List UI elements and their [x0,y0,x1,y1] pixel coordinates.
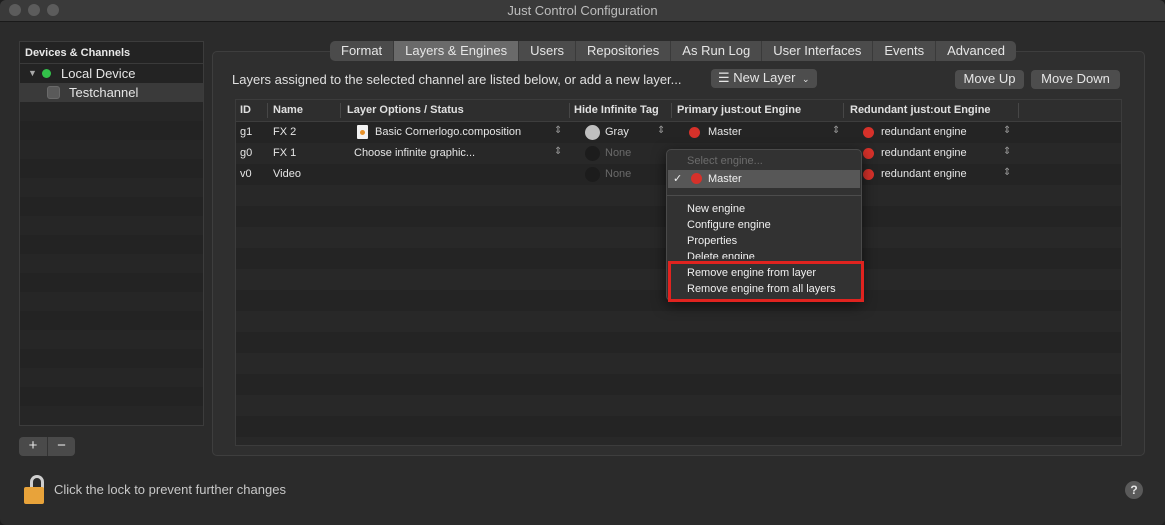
engine-status-icon [689,127,700,138]
layer-name: Video [273,168,301,180]
channel-checkbox[interactable] [47,86,60,99]
channel-label: Testchannel [69,85,139,100]
gray-color-swatch-icon [585,125,600,140]
table-row[interactable]: g1 FX 2 Basic Cornerlogo.composition ⇕ G… [236,122,1121,143]
layer-name: FX 1 [273,147,297,159]
layer-options-select[interactable]: Basic Cornerlogo.composition [375,126,521,138]
layer-options-select[interactable]: Choose infinite graphic... [354,147,475,159]
sidebar-item-testchannel[interactable]: Testchannel [20,83,203,102]
move-up-button[interactable]: Move Up [955,70,1024,89]
layer-id: g1 [240,126,253,138]
new-layer-popup-button[interactable]: ☰ New Layer ⌄ [711,69,817,88]
updown-arrows-icon: ⇕ [1003,167,1012,178]
device-label: Local Device [61,66,136,81]
add-channel-button[interactable]: + [19,437,47,456]
updown-arrows-icon: ⇕ [554,146,563,157]
highlight-box [668,261,864,302]
layer-id: v0 [240,168,252,180]
menu-separator [667,195,861,196]
tab-events[interactable]: Events [873,41,937,61]
updown-arrows-icon: ⇕ [1003,125,1012,136]
hide-tag-select[interactable]: None [605,147,631,159]
move-down-button[interactable]: Move Down [1031,70,1120,89]
menu-item-new-engine[interactable]: New engine [687,203,745,215]
column-header-redundant-engine[interactable]: Redundant just:out Engine [850,104,991,116]
tab-format[interactable]: Format [330,41,395,61]
engine-status-icon [863,148,874,159]
primary-engine-select[interactable]: Master [708,126,742,138]
tab-user-interfaces[interactable]: User Interfaces [762,41,874,61]
layer-name: FX 2 [273,126,297,138]
checkmark-icon: ✓ [673,173,683,185]
title-bar: Just Control Configuration [0,0,1165,22]
tab-advanced[interactable]: Advanced [936,41,1016,61]
sidebar-header: Devices & Channels [20,42,203,64]
hide-tag-select[interactable]: Gray [605,126,629,138]
new-layer-label: New Layer [733,70,796,85]
configuration-window: Just Control Configuration Devices & Cha… [0,0,1165,525]
lock-icon[interactable] [24,475,46,505]
engine-status-icon [863,127,874,138]
menu-item-select-engine: Select engine... [687,155,763,167]
menu-item-master[interactable]: ✓ Master [668,170,860,188]
tab-users[interactable]: Users [519,41,577,61]
menu-item-configure-engine[interactable]: Configure engine [687,219,771,231]
device-online-icon [42,69,51,78]
add-remove-control: + − [19,437,75,456]
updown-arrows-icon: ⇕ [1003,146,1012,157]
layer-id: g0 [240,147,253,159]
window-title: Just Control Configuration [507,3,658,18]
chevron-down-icon: ⌄ [802,74,810,84]
disclosure-triangle-icon[interactable]: ▼ [28,68,37,78]
remove-channel-button[interactable]: − [47,437,75,456]
lock-status-text: Click the lock to prevent further change… [54,482,286,497]
menu-item-properties[interactable]: Properties [687,235,737,247]
column-header-layer-options[interactable]: Layer Options / Status [347,104,464,116]
list-icon: ☰ [718,70,730,85]
column-header-name[interactable]: Name [273,104,303,116]
tab-bar: Format Layers & Engines Users Repositori… [330,41,1016,61]
redundant-engine-select[interactable]: redundant engine [881,147,967,159]
composition-file-icon [357,125,368,139]
tab-layers-engines[interactable]: Layers & Engines [394,41,520,61]
column-header-hide-infinite-tag[interactable]: Hide Infinite Tag [574,104,659,116]
help-button[interactable]: ? [1125,481,1143,499]
none-color-swatch-icon [585,146,600,161]
engine-status-icon [691,173,702,184]
redundant-engine-select[interactable]: redundant engine [881,126,967,138]
sidebar-item-local-device[interactable]: ▼ Local Device [20,64,203,83]
none-color-swatch-icon [585,167,600,182]
tab-repositories[interactable]: Repositories [576,41,672,61]
updown-arrows-icon: ⇕ [657,125,666,136]
updown-arrows-icon: ⇕ [554,125,563,136]
hide-tag-select[interactable]: None [605,168,631,180]
layers-info-text: Layers assigned to the selected channel … [232,72,682,87]
tab-as-run-log[interactable]: As Run Log [671,41,763,61]
updown-arrows-icon: ⇕ [832,125,841,136]
column-header-id[interactable]: ID [240,104,251,116]
devices-channels-list: Devices & Channels ▼ Local Device Testch… [19,41,204,426]
empty-list-area [20,102,203,425]
menu-item-master-label: Master [708,173,742,185]
column-header-primary-engine[interactable]: Primary just:out Engine [677,104,801,116]
menu-item-delete-engine[interactable]: Delete engine [687,251,755,259]
engine-status-icon [863,169,874,180]
redundant-engine-select[interactable]: redundant engine [881,168,967,180]
table-header: ID Name Layer Options / Status Hide Infi… [236,100,1121,122]
